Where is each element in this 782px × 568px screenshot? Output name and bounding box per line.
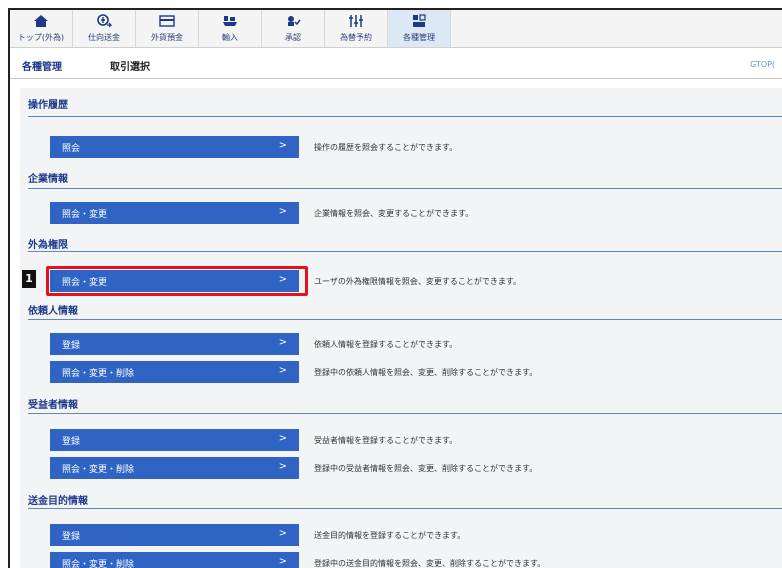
section-divider bbox=[28, 251, 782, 252]
home-icon bbox=[33, 14, 49, 28]
top-nav: トップ(外為) 仕向送金 外貨預金 輸入 承認 為替予約 各種管理 bbox=[10, 10, 782, 48]
page-title: 取引選択 bbox=[110, 62, 150, 73]
section-title-requester-info: 依頼人情報 bbox=[28, 306, 78, 317]
company-info-inquiry-change-button[interactable]: 照会・変更 > bbox=[50, 202, 299, 224]
beneficiary-register-button[interactable]: 登録 > bbox=[50, 429, 299, 451]
chevron-right-icon: > bbox=[278, 556, 287, 567]
row-description: 登録中の送金目的情報を照会、変更、削除することができます。 bbox=[314, 559, 546, 568]
exchange-contract-icon bbox=[348, 14, 364, 28]
breadcrumb: 各種管理 取引選択 GTOP( bbox=[10, 48, 782, 79]
button-label: 登録 bbox=[62, 341, 81, 351]
row-description: 登録中の依頼人情報を照会、変更、削除することができます。 bbox=[314, 368, 538, 377]
deposit-card-icon bbox=[159, 14, 175, 28]
tab-outward-remittance[interactable]: 仕向送金 bbox=[73, 10, 136, 47]
button-label: 照会・変更・削除 bbox=[62, 560, 135, 568]
row-description: 企業情報を照会、変更することができます。 bbox=[314, 209, 474, 218]
remittance-purpose-inquiry-change-delete-button[interactable]: 照会・変更・削除 > bbox=[50, 552, 299, 568]
beneficiary-inquiry-change-delete-button[interactable]: 照会・変更・削除 > bbox=[50, 457, 299, 479]
tab-label: 為替予約 bbox=[340, 33, 372, 42]
tab-exchange-contract[interactable]: 為替予約 bbox=[325, 10, 388, 47]
button-label: 照会・変更 bbox=[62, 210, 108, 220]
row-description: 操作の履歴を照会することができます。 bbox=[314, 143, 458, 152]
section-divider bbox=[28, 116, 782, 117]
tab-approval[interactable]: 承認 bbox=[262, 10, 325, 47]
tab-import[interactable]: 輸入 bbox=[199, 10, 262, 47]
chevron-right-icon: > bbox=[278, 461, 287, 472]
approval-icon bbox=[285, 14, 301, 28]
tab-foreign-deposit[interactable]: 外貨預金 bbox=[136, 10, 199, 47]
section-title-beneficiary-info: 受益者情報 bbox=[28, 400, 78, 411]
tab-label: 各種管理 bbox=[403, 33, 435, 42]
tab-label: トップ(外為) bbox=[17, 33, 65, 42]
row-description: 依頼人情報を登録することができます。 bbox=[314, 340, 458, 349]
chevron-right-icon: > bbox=[278, 206, 287, 217]
step-number-badge: 1 bbox=[22, 270, 36, 288]
section-divider bbox=[28, 188, 782, 189]
chevron-right-icon: > bbox=[278, 365, 287, 376]
row-description: 受益者情報を登録することができます。 bbox=[314, 436, 458, 445]
breadcrumb-section: 各種管理 bbox=[22, 62, 62, 73]
tab-management[interactable]: 各種管理 bbox=[388, 10, 451, 47]
button-label: 登録 bbox=[62, 437, 81, 447]
section-divider bbox=[28, 508, 782, 509]
tab-top-forex[interactable]: トップ(外為) bbox=[10, 10, 73, 47]
chevron-right-icon: > bbox=[278, 433, 287, 444]
requester-inquiry-change-delete-button[interactable]: 照会・変更・削除 > bbox=[50, 361, 299, 383]
browser-frame: トップ(外為) 仕向送金 外貨預金 輸入 承認 為替予約 各種管理 各種管理 取… bbox=[8, 8, 782, 568]
chevron-right-icon: > bbox=[278, 528, 287, 539]
requester-register-button[interactable]: 登録 > bbox=[50, 333, 299, 355]
remittance-purpose-register-button[interactable]: 登録 > bbox=[50, 524, 299, 546]
chevron-right-icon: > bbox=[278, 140, 287, 151]
main-content: 操作履歴 照会 > 操作の履歴を照会することができます。 企業情報 照会・変更 … bbox=[20, 88, 782, 568]
chevron-right-icon: > bbox=[278, 337, 287, 348]
section-title-operation-history: 操作履歴 bbox=[28, 100, 68, 111]
operation-history-inquiry-button[interactable]: 照会 > bbox=[50, 136, 299, 158]
button-label: 登録 bbox=[62, 532, 81, 542]
section-title-company-info: 企業情報 bbox=[28, 174, 68, 185]
highlight-box bbox=[46, 266, 308, 296]
row-description: 送金目的情報を登録することができます。 bbox=[314, 531, 466, 540]
import-ship-icon bbox=[222, 14, 238, 28]
section-divider bbox=[28, 319, 782, 320]
tab-label: 輸入 bbox=[222, 33, 238, 42]
tab-label: 仕向送金 bbox=[88, 33, 120, 42]
management-icon bbox=[411, 14, 427, 28]
tab-label: 承認 bbox=[285, 33, 301, 42]
row-description: ユーザの外為権限情報を照会、変更することができます。 bbox=[314, 277, 522, 286]
money-send-icon bbox=[96, 14, 112, 28]
section-divider bbox=[28, 413, 782, 414]
screen-id: GTOP( bbox=[750, 60, 776, 69]
button-label: 照会 bbox=[62, 144, 81, 154]
row-description: 登録中の受益者情報を照会、変更、削除することができます。 bbox=[314, 464, 538, 473]
tab-label: 外貨預金 bbox=[151, 33, 183, 42]
button-label: 照会・変更・削除 bbox=[62, 465, 135, 475]
button-label: 照会・変更・削除 bbox=[62, 369, 135, 379]
